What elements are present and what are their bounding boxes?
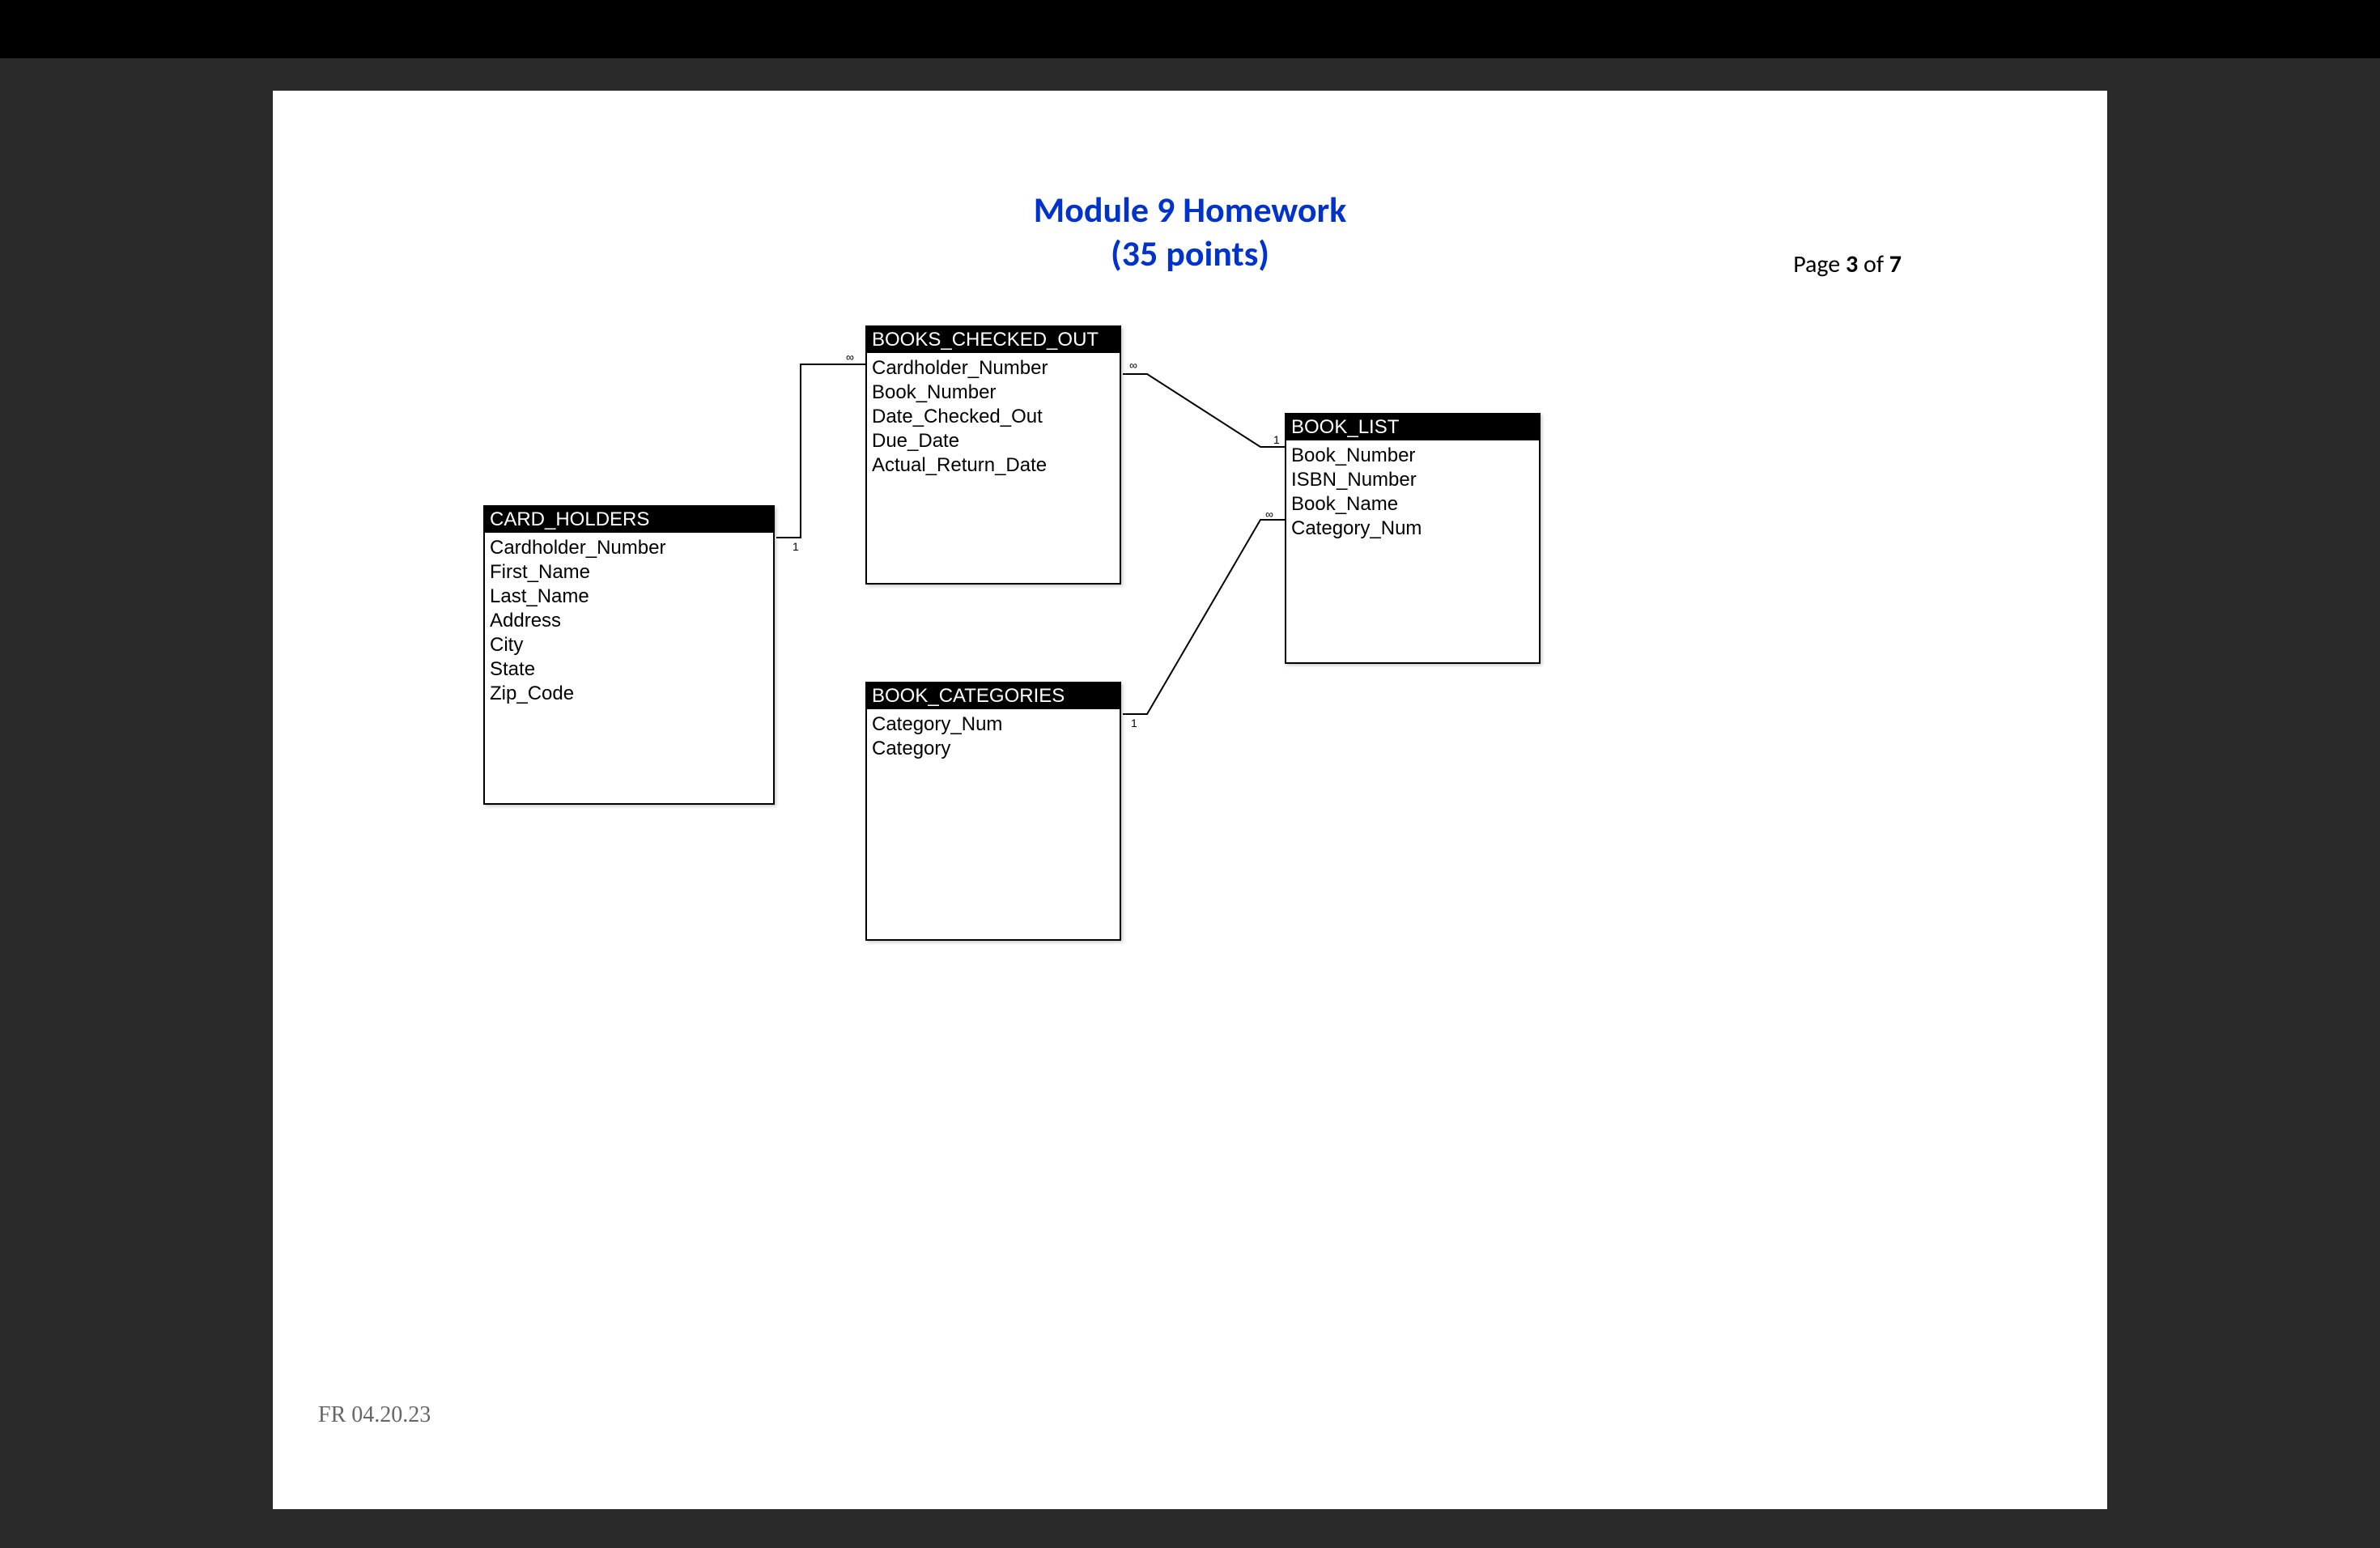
- entity-field: Zip_Code: [490, 682, 768, 706]
- cardinality-one: 1: [1273, 433, 1280, 446]
- entity-field: Category_Num: [1291, 517, 1534, 541]
- cardinality-one: 1: [793, 540, 799, 553]
- canvas-area[interactable]: Module 9 Homework (35 points) Page 3 of …: [0, 58, 2380, 1542]
- entity-header: BOOK_CATEGORIES: [867, 683, 1120, 709]
- entity-field: Book_Number: [872, 381, 1115, 405]
- entity-body: Category_Num Category: [867, 709, 1120, 764]
- entity-field: Due_Date: [872, 429, 1115, 453]
- entity-books-checked-out: BOOKS_CHECKED_OUT Cardholder_Number Book…: [865, 325, 1121, 585]
- page-footer: FR 04.20.23: [318, 1402, 431, 1428]
- page-total: 7: [1889, 249, 1902, 279]
- page-current: 3: [1846, 249, 1858, 279]
- entity-header: CARD_HOLDERS: [485, 507, 773, 533]
- entity-field: Address: [490, 609, 768, 633]
- entity-field: Cardholder_Number: [490, 536, 768, 560]
- entity-field: Cardholder_Number: [872, 356, 1115, 381]
- entity-body: Cardholder_Number Book_Number Date_Check…: [867, 353, 1120, 481]
- cardinality-many: ∞: [1129, 359, 1137, 372]
- entity-header: BOOKS_CHECKED_OUT: [867, 327, 1120, 353]
- page-title-line1: Module 9 Homework: [273, 188, 2107, 232]
- entity-body: Cardholder_Number First_Name Last_Name A…: [485, 533, 773, 709]
- entity-book-list: BOOK_LIST Book_Number ISBN_Number Book_N…: [1285, 413, 1541, 664]
- entity-card-holders: CARD_HOLDERS Cardholder_Number First_Nam…: [483, 505, 775, 805]
- entity-field: State: [490, 657, 768, 682]
- entity-field: First_Name: [490, 560, 768, 585]
- entity-book-categories: BOOK_CATEGORIES Category_Num Category: [865, 682, 1121, 941]
- entity-field: Book_Number: [1291, 444, 1534, 468]
- entity-field: Date_Checked_Out: [872, 405, 1115, 429]
- cardinality-many: ∞: [846, 351, 854, 364]
- entity-body: Book_Number ISBN_Number Book_Name Catego…: [1286, 440, 1539, 544]
- entity-field: ISBN_Number: [1291, 468, 1534, 492]
- entity-field: Book_Name: [1291, 492, 1534, 517]
- document-page: Module 9 Homework (35 points) Page 3 of …: [273, 91, 2107, 1509]
- page-sep: of: [1858, 249, 1889, 279]
- entity-field: City: [490, 633, 768, 657]
- cardinality-one: 1: [1131, 717, 1137, 729]
- entity-header: BOOK_LIST: [1286, 415, 1539, 440]
- page-indicator: Page 3 of 7: [1793, 249, 1902, 279]
- cardinality-many: ∞: [1265, 508, 1273, 521]
- entity-field: Category_Num: [872, 712, 1115, 737]
- page-prefix: Page: [1793, 249, 1846, 279]
- entity-field: Last_Name: [490, 585, 768, 609]
- entity-field: Category: [872, 737, 1115, 761]
- er-diagram: 1 ∞ ∞ 1 1 ∞ CARD_HOLDERS Cardholder_Numb…: [483, 325, 1617, 1054]
- viewer-top-bar: [0, 0, 2380, 58]
- entity-field: Actual_Return_Date: [872, 453, 1115, 478]
